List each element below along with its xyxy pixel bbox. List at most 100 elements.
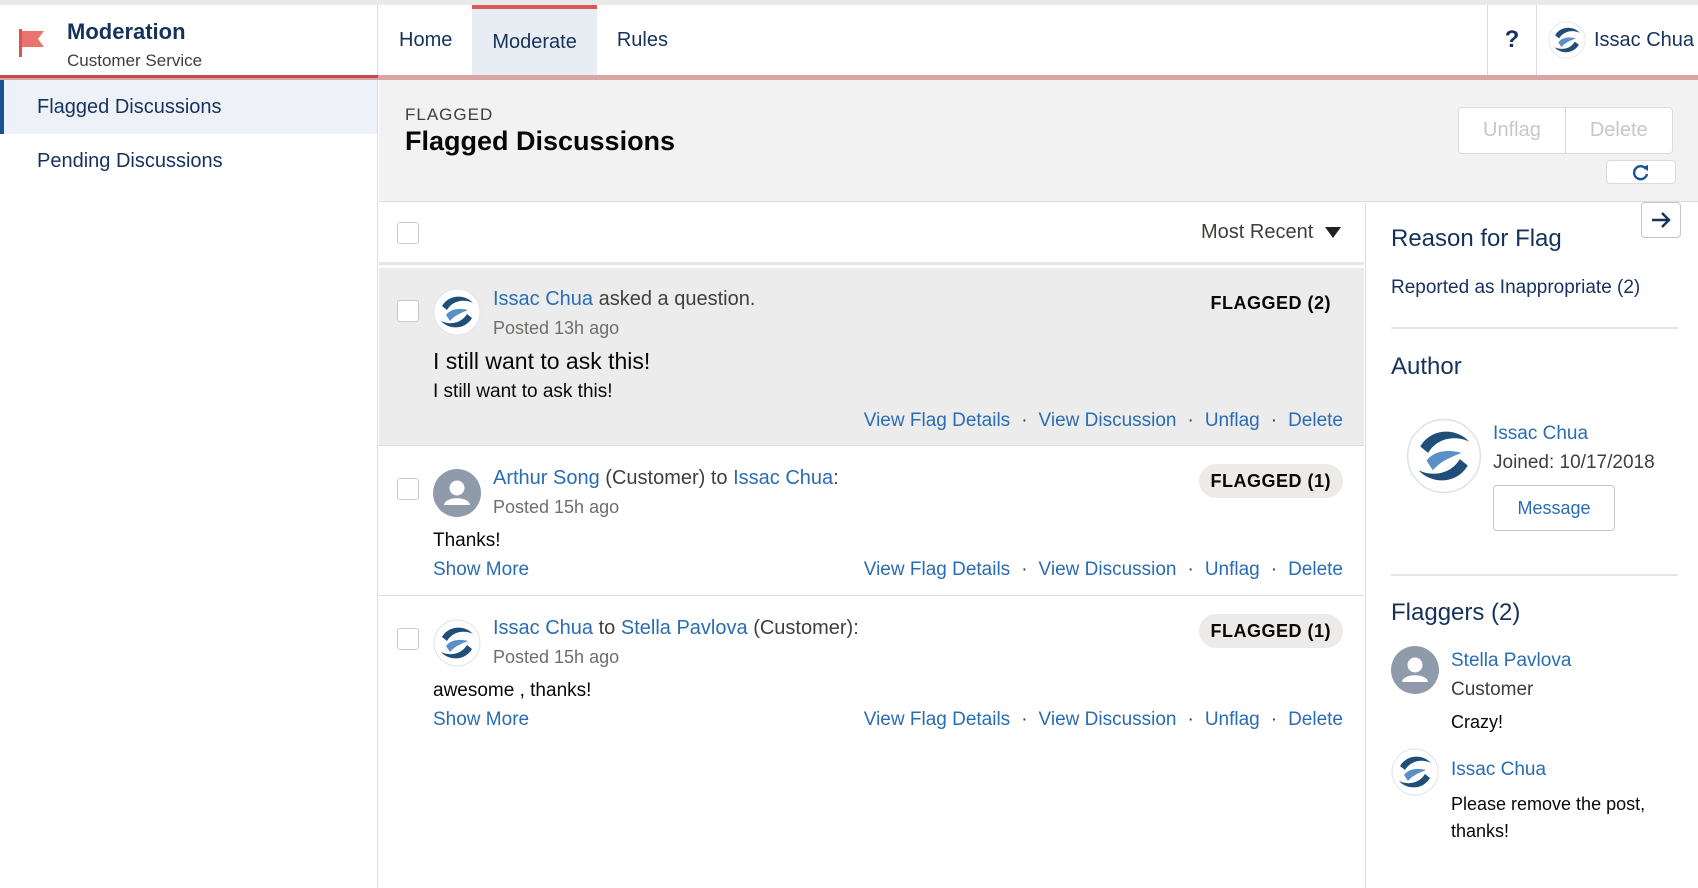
avatar	[1548, 21, 1586, 59]
page-eyebrow: FLAGGED	[405, 105, 494, 124]
separator: ·	[1187, 410, 1194, 431]
unflag-link[interactable]: Unflag	[1205, 410, 1260, 432]
message-button[interactable]: Message	[1493, 485, 1615, 531]
unflag-link[interactable]: Unflag	[1205, 559, 1260, 581]
avatar	[1391, 646, 1439, 694]
collapse-panel-button[interactable]	[1641, 202, 1681, 238]
divider	[1391, 327, 1678, 329]
status-badge: FLAGGED (1)	[1198, 464, 1343, 498]
post-body: I still want to ask this!	[433, 381, 613, 402]
to-word: to	[598, 617, 616, 639]
status-badge: FLAGGED (2)	[1210, 292, 1331, 313]
view-flag-details-link[interactable]: View Flag Details	[864, 410, 1010, 432]
flagger-name-link[interactable]: Stella Pavlova	[1451, 650, 1571, 672]
avatar	[1391, 748, 1439, 796]
post-verb: asked a question.	[598, 288, 756, 310]
flag-icon	[19, 29, 44, 57]
author-name-link[interactable]: Issac Chua	[1493, 423, 1588, 445]
list-item[interactable]: Issac Chua asked a question. Posted 13h …	[379, 268, 1364, 446]
page-title: Flagged Discussions	[405, 126, 676, 156]
separator: ·	[1270, 709, 1278, 730]
delete-link[interactable]: Delete	[1288, 410, 1343, 432]
view-flag-details-link[interactable]: View Flag Details	[864, 709, 1010, 731]
tab-moderate[interactable]: Moderate	[472, 5, 597, 75]
post-actions: View Flag Details · View Discussion · Un…	[864, 709, 1343, 731]
post-checkbox[interactable]	[397, 478, 419, 500]
view-discussion-link[interactable]: View Discussion	[1039, 559, 1177, 581]
post-actions: View Flag Details · View Discussion · Un…	[864, 410, 1343, 432]
post-actions: View Flag Details · View Discussion · Un…	[864, 559, 1343, 581]
refresh-button[interactable]	[1606, 160, 1676, 184]
app-title: Moderation	[67, 19, 186, 44]
unflag-button[interactable]: Unflag	[1458, 107, 1566, 154]
refresh-icon	[1632, 164, 1649, 181]
sort-dropdown[interactable]: Most Recent	[1201, 221, 1342, 244]
sort-label: Most Recent	[1201, 221, 1314, 243]
nav-tabs: Home Moderate Rules	[379, 5, 688, 75]
unflag-link[interactable]: Unflag	[1205, 709, 1260, 731]
avatar	[1406, 418, 1482, 494]
post-time: Posted 15h ago	[493, 497, 620, 517]
recipient-link[interactable]: Issac Chua	[733, 467, 833, 489]
recipient-link[interactable]: Stella Pavlova	[621, 617, 748, 639]
help-button[interactable]: ?	[1487, 5, 1537, 75]
author-title: Author	[1391, 353, 1462, 380]
select-all-checkbox[interactable]	[397, 222, 419, 244]
status-badge: FLAGGED (1)	[1198, 614, 1343, 648]
chevron-down-icon	[1325, 227, 1342, 238]
avatar	[433, 469, 481, 517]
sidebar: Flagged Discussions Pending Discussions	[0, 80, 378, 888]
recipient-role: (Customer):	[753, 617, 859, 639]
author-link[interactable]: Issac Chua	[493, 288, 593, 310]
post-checkbox[interactable]	[397, 628, 419, 650]
reason-text: Reported as Inappropriate (2)	[1391, 277, 1641, 298]
separator: ·	[1270, 559, 1278, 580]
flagger-note: Please remove the post,	[1451, 794, 1646, 814]
arrow-right-icon	[1652, 212, 1671, 228]
author-joined: Joined: 10/17/2018	[1493, 452, 1655, 473]
separator: ·	[1270, 410, 1278, 431]
reason-title: Reason for Flag	[1391, 225, 1562, 252]
app-identity: Moderation Customer Service	[0, 5, 378, 75]
separator: ·	[1021, 709, 1028, 730]
separator: ·	[1021, 559, 1028, 580]
view-flag-details-link[interactable]: View Flag Details	[864, 559, 1010, 581]
list-item[interactable]: Issac Chua to Stella Pavlova (Customer):…	[379, 597, 1364, 747]
sidebar-item-flagged[interactable]: Flagged Discussions	[0, 80, 377, 134]
user-name: Issac Chua	[1594, 28, 1695, 51]
headline-suffix: :	[833, 467, 839, 489]
flagger-note: thanks!	[1451, 821, 1510, 841]
post-body: awesome , thanks!	[433, 680, 592, 701]
separator: ·	[1187, 709, 1194, 730]
author-role: (Customer) to	[605, 467, 728, 489]
post-checkbox[interactable]	[397, 300, 419, 322]
separator: ·	[1187, 559, 1194, 580]
sidebar-item-pending[interactable]: Pending Discussions	[0, 134, 377, 188]
separator: ·	[1021, 410, 1028, 431]
details-panel: Reason for Flag Reported as Inappropriat…	[1365, 202, 1698, 888]
post-time: Posted 15h ago	[493, 647, 620, 667]
show-more-link[interactable]: Show More	[433, 559, 529, 581]
author-link[interactable]: Arthur Song	[493, 467, 600, 489]
show-more-link[interactable]: Show More	[433, 709, 529, 731]
header-accent-bar-left	[0, 75, 378, 78]
app-root: Moderation Customer Service Home Moderat…	[0, 0, 1698, 888]
view-discussion-link[interactable]: View Discussion	[1039, 709, 1177, 731]
post-time: Posted 13h ago	[493, 318, 620, 338]
flagger-note: Crazy!	[1451, 712, 1504, 732]
list-item[interactable]: Arthur Song (Customer) to Issac Chua: Po…	[379, 447, 1364, 596]
post-headline: Issac Chua asked a question.	[493, 288, 755, 311]
view-discussion-link[interactable]: View Discussion	[1039, 410, 1177, 432]
list-toolbar: Most Recent	[379, 203, 1364, 265]
tab-rules[interactable]: Rules	[597, 5, 688, 75]
flagger-name-link[interactable]: Issac Chua	[1451, 759, 1546, 781]
delete-link[interactable]: Delete	[1288, 709, 1343, 731]
post-title: I still want to ask this!	[433, 348, 651, 374]
delete-link[interactable]: Delete	[1288, 559, 1343, 581]
avatar	[433, 288, 481, 336]
tab-home[interactable]: Home	[379, 5, 472, 75]
user-menu[interactable]: Issac Chua	[1537, 5, 1698, 75]
author-link[interactable]: Issac Chua	[493, 617, 593, 639]
delete-button[interactable]: Delete	[1565, 107, 1673, 154]
avatar	[433, 619, 481, 667]
